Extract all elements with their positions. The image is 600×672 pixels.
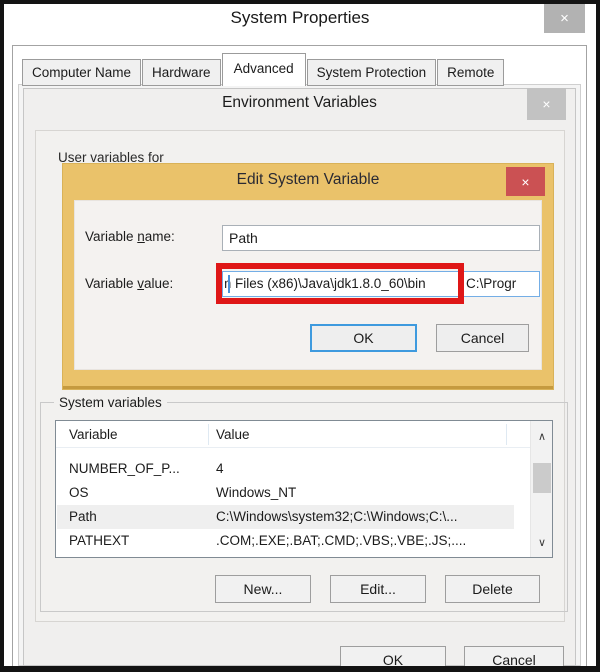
column-separator[interactable] <box>506 424 507 445</box>
cell-value: C:\Windows\system32;C:\Windows;C:\... <box>216 509 458 524</box>
window-frame-top <box>0 0 600 4</box>
list-header: Variable Value <box>56 421 531 448</box>
tab-strip: Computer Name Hardware Advanced System P… <box>22 53 505 86</box>
cell-value: .COM;.EXE;.BAT;.CMD;.VBS;.VBE;.JS;.... <box>216 533 467 548</box>
tab-advanced[interactable]: Advanced <box>221 53 306 86</box>
variable-value-label: Variable value: <box>85 276 173 291</box>
edit-dialog-cancel-button[interactable]: Cancel <box>436 324 529 352</box>
edit-dialog-ok-button[interactable]: OK <box>310 324 417 352</box>
window-close-button[interactable]: × <box>544 3 585 33</box>
environment-variables-title: Environment Variables <box>222 94 377 111</box>
scroll-down-icon[interactable]: ∨ <box>531 531 552 553</box>
close-icon: × <box>560 9 569 27</box>
new-button[interactable]: New... <box>215 575 311 603</box>
label-text: Variable <box>85 229 138 244</box>
cell-variable: Path <box>69 509 97 524</box>
tab-system-protection[interactable]: System Protection <box>306 59 437 86</box>
window-frame-right <box>596 0 600 672</box>
column-header-value[interactable]: Value <box>216 421 250 448</box>
system-variables-group-label: System variables <box>54 395 167 410</box>
cell-variable: NUMBER_OF_P... <box>69 461 180 476</box>
variable-value-text-highlighted: m Files (x86)\Java\jdk1.8.0_60\bin <box>225 271 458 297</box>
value-text: m Files (x86)\Java\jdk1.8.0_60\bin <box>225 276 426 291</box>
tab-hardware[interactable]: Hardware <box>142 59 221 86</box>
close-icon: × <box>521 173 530 190</box>
label-text: Variable <box>85 276 138 291</box>
window-title: System Properties <box>230 8 370 27</box>
scroll-up-icon[interactable]: ∧ <box>531 425 552 447</box>
cell-value: Windows_NT <box>216 485 297 500</box>
vertical-scrollbar[interactable]: ∧ ∨ <box>530 421 552 557</box>
edit-system-variable-title: Edit System Variable <box>236 171 380 188</box>
screen: System Properties × Computer Name Hardwa… <box>0 0 600 672</box>
column-header-variable[interactable]: Variable <box>69 421 118 448</box>
cell-variable: OS <box>69 485 89 500</box>
window-frame-bottom <box>0 666 600 672</box>
table-row[interactable]: OS Windows_NT <box>57 481 514 505</box>
label-accesskey: n <box>137 229 145 244</box>
close-icon: × <box>542 96 551 112</box>
environment-variables-close-button[interactable]: × <box>527 88 566 120</box>
variable-name-input[interactable]: Path <box>222 225 540 251</box>
tab-computer-name[interactable]: Computer Name <box>22 59 142 86</box>
label-text: ame: <box>144 229 175 244</box>
edit-dialog-close-button[interactable]: × <box>506 167 545 196</box>
cell-variable: PATHEXT <box>69 533 130 548</box>
variable-value-text-after: C:\Progr <box>466 276 517 291</box>
variable-name-label: Variable name: <box>85 229 175 244</box>
scrollbar-thumb[interactable] <box>533 463 551 493</box>
window-frame-left <box>0 0 4 672</box>
table-row[interactable]: PATHEXT .COM;.EXE;.BAT;.CMD;.VBS;.VBE;.J… <box>57 529 514 553</box>
delete-button[interactable]: Delete <box>445 575 540 603</box>
label-text: alue: <box>144 276 174 291</box>
table-row[interactable]: NUMBER_OF_P... 4 <box>57 457 514 481</box>
text-cursor <box>228 275 230 293</box>
table-row-selected[interactable]: Path C:\Windows\system32;C:\Windows;C:\.… <box>57 505 514 529</box>
system-variables-list: Variable Value NUMBER_OF_P... 4 OS Windo… <box>55 420 553 558</box>
cell-value: 4 <box>216 461 224 476</box>
tab-remote[interactable]: Remote <box>437 59 505 86</box>
edit-button[interactable]: Edit... <box>330 575 426 603</box>
column-separator[interactable] <box>208 424 209 445</box>
user-variables-label-clipped: User variables for <box>58 150 164 162</box>
